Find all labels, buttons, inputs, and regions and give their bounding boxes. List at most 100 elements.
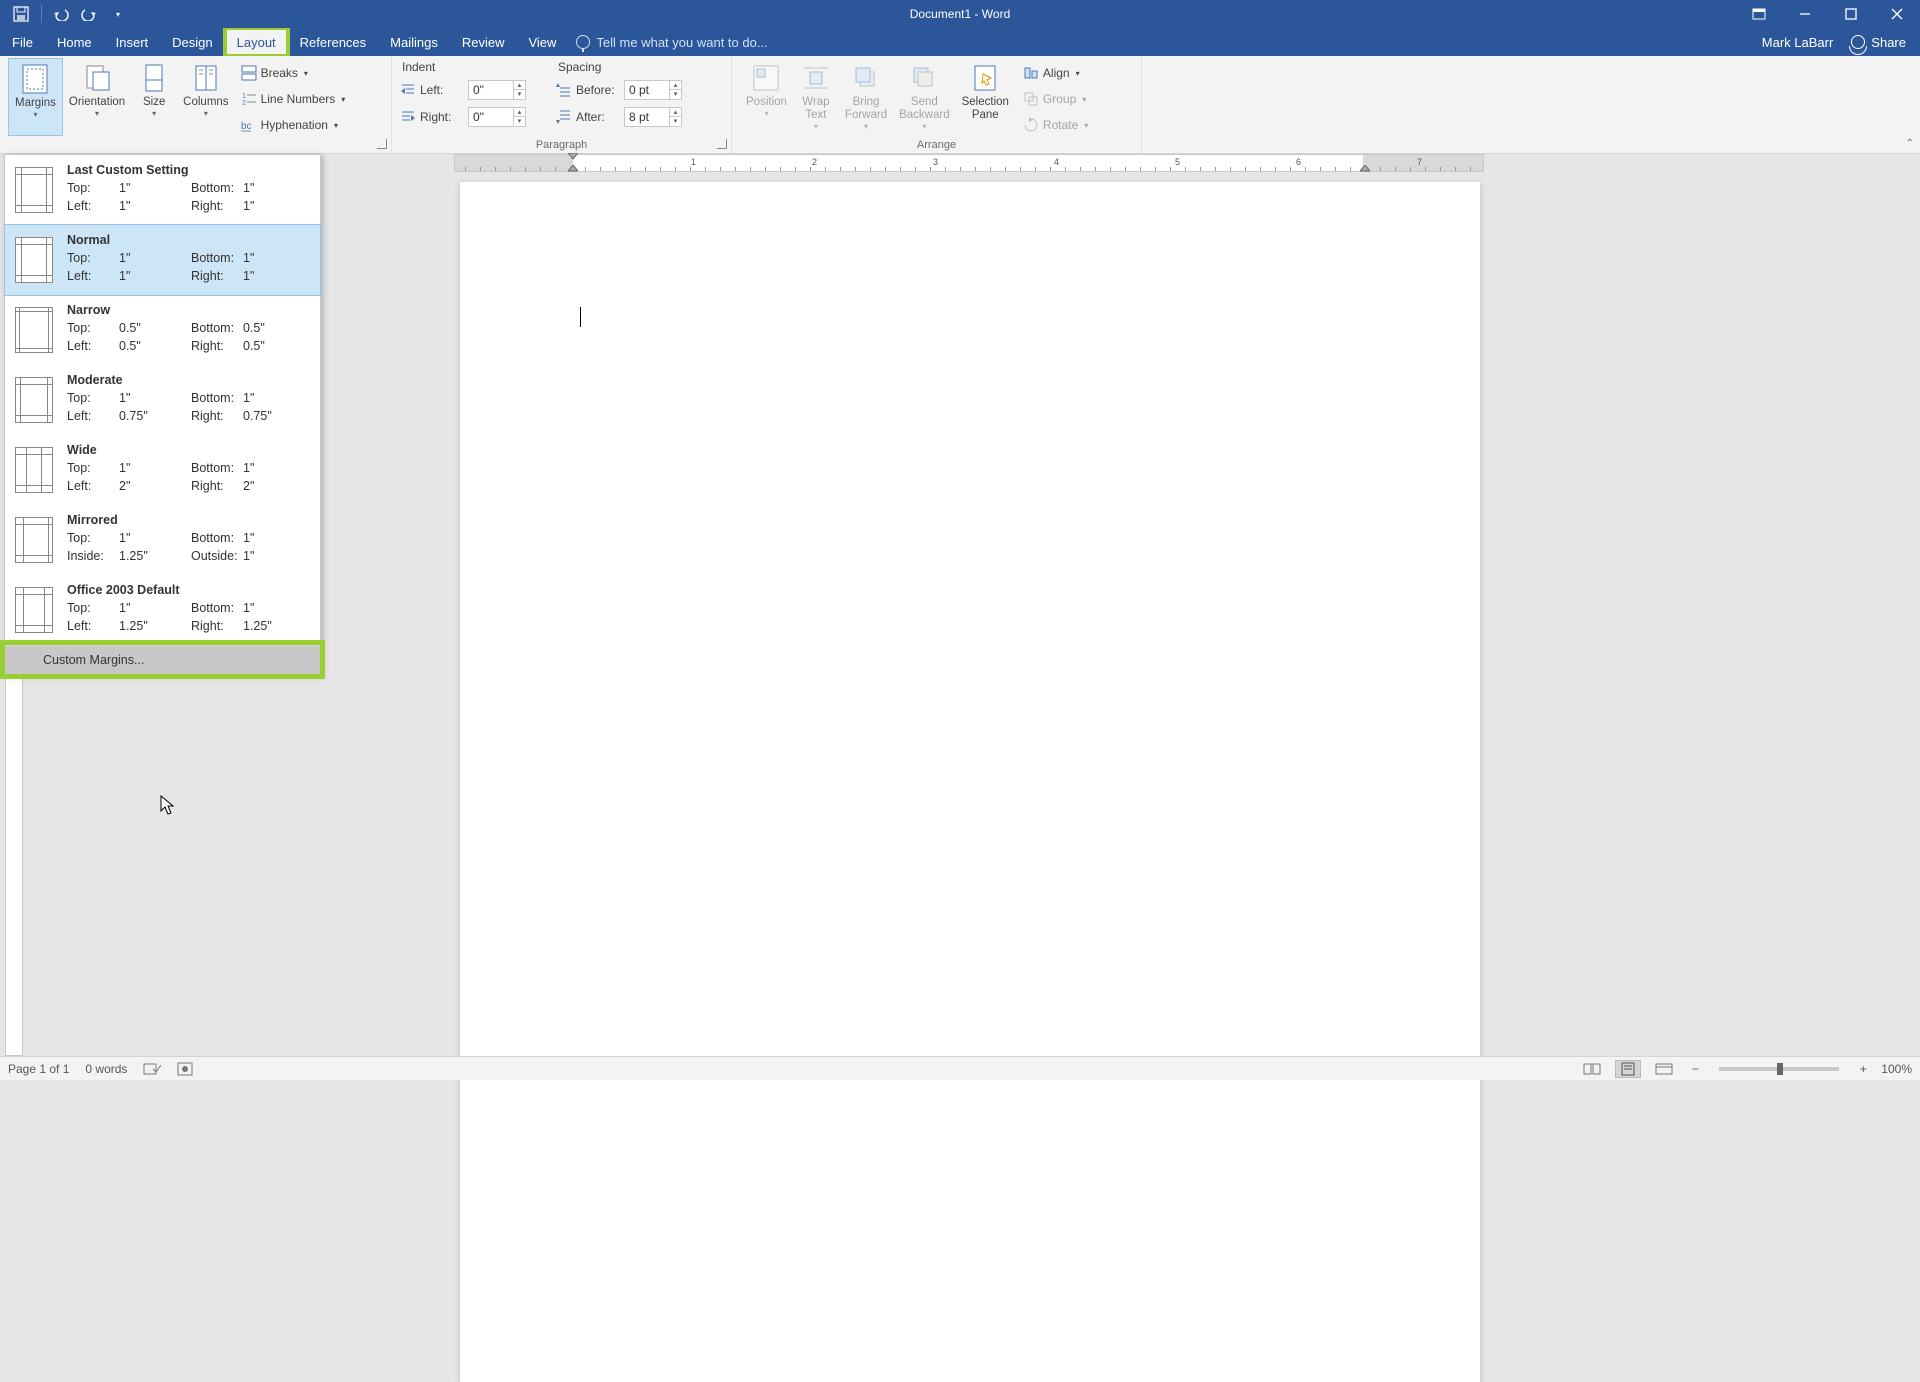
columns-icon bbox=[190, 62, 222, 94]
margins-thumb-icon bbox=[15, 447, 53, 493]
share-button[interactable]: Share bbox=[1851, 35, 1906, 50]
send-backward-button: Send Backward▾ bbox=[893, 58, 956, 136]
spacing-header: Spacing bbox=[556, 60, 682, 74]
user-name[interactable]: Mark LaBarr bbox=[1762, 35, 1834, 50]
hyphenation-button[interactable]: bcHyphenation▾ bbox=[239, 114, 348, 136]
orientation-button[interactable]: Orientation ▾ bbox=[63, 58, 131, 136]
breaks-button[interactable]: Breaks▾ bbox=[239, 62, 348, 84]
lightbulb-icon bbox=[576, 35, 590, 49]
quick-access-toolbar: ▾ bbox=[0, 3, 129, 25]
rotate-icon bbox=[1023, 117, 1039, 133]
read-mode-icon[interactable] bbox=[1579, 1060, 1605, 1078]
size-icon bbox=[138, 62, 170, 94]
tell-me-search[interactable]: Tell me what you want to do... bbox=[576, 28, 767, 56]
indent-right-icon bbox=[400, 109, 416, 125]
selection-pane-icon bbox=[969, 62, 1001, 94]
zoom-in-button[interactable]: + bbox=[1855, 1062, 1871, 1076]
spacing-after-icon bbox=[556, 109, 572, 125]
collapse-ribbon-icon[interactable]: ⌃ bbox=[1906, 138, 1914, 149]
close-icon[interactable] bbox=[1874, 0, 1920, 28]
margins-dropdown: Last Custom Setting Top:1"Bottom:1" Left… bbox=[4, 154, 321, 675]
document-page[interactable] bbox=[460, 182, 1480, 1382]
align-icon bbox=[1023, 65, 1039, 81]
tab-design[interactable]: Design bbox=[160, 28, 224, 56]
spacing-before-field[interactable]: Before:▴▾ bbox=[556, 78, 682, 101]
redo-icon[interactable] bbox=[79, 3, 101, 25]
zoom-slider[interactable] bbox=[1719, 1067, 1839, 1071]
wrap-text-icon bbox=[800, 62, 832, 94]
page-setup-launcher[interactable] bbox=[377, 139, 387, 149]
paragraph-launcher[interactable] bbox=[717, 139, 727, 149]
tab-review[interactable]: Review bbox=[450, 28, 517, 56]
custom-margins-label: Custom Margins... bbox=[43, 653, 144, 667]
margins-option-moderate[interactable]: Moderate Top:1"Bottom:1" Left:0.75"Right… bbox=[5, 365, 320, 435]
ribbon-tabs: File Home Insert Design Layout Reference… bbox=[0, 28, 1920, 56]
qat-customize-icon[interactable]: ▾ bbox=[107, 3, 129, 25]
margins-thumb-icon bbox=[15, 237, 53, 283]
orientation-icon bbox=[81, 62, 113, 94]
margins-button[interactable]: Margins ▾ bbox=[8, 58, 63, 136]
group-arrange: Position▾ Wrap Text▾ Bring Forward▾ Send… bbox=[732, 56, 1142, 153]
indent-header: Indent bbox=[400, 60, 526, 74]
indent-left-icon bbox=[400, 82, 416, 98]
share-icon bbox=[1851, 35, 1865, 49]
selection-pane-button[interactable]: Selection Pane bbox=[956, 58, 1015, 136]
group-icon bbox=[1023, 91, 1039, 107]
print-layout-icon[interactable] bbox=[1615, 1060, 1641, 1078]
svg-text:1: 1 bbox=[242, 93, 246, 100]
tell-me-placeholder: Tell me what you want to do... bbox=[596, 35, 767, 50]
margins-option-mirrored[interactable]: Mirrored Top:1"Bottom:1" Inside:1.25"Out… bbox=[5, 505, 320, 575]
margins-icon bbox=[19, 63, 51, 95]
tab-view[interactable]: View bbox=[516, 28, 568, 56]
undo-icon[interactable] bbox=[51, 3, 73, 25]
margins-option-last-custom-setting[interactable]: Last Custom Setting Top:1"Bottom:1" Left… bbox=[5, 155, 320, 225]
line-numbers-button[interactable]: 12Line Numbers▾ bbox=[239, 88, 348, 110]
macro-icon[interactable] bbox=[177, 1062, 193, 1076]
chevron-down-icon: ▾ bbox=[33, 110, 37, 119]
share-label: Share bbox=[1871, 35, 1906, 50]
maximize-icon[interactable] bbox=[1828, 0, 1874, 28]
custom-margins-wrap: Custom Margins... bbox=[5, 645, 320, 674]
size-button[interactable]: Size ▾ bbox=[131, 58, 177, 136]
indent-left-field[interactable]: Left:▴▾ bbox=[400, 78, 526, 101]
spellcheck-icon[interactable] bbox=[143, 1062, 161, 1076]
ribbon-options-icon[interactable] bbox=[1736, 0, 1782, 28]
status-page[interactable]: Page 1 of 1 bbox=[8, 1062, 69, 1076]
tab-insert[interactable]: Insert bbox=[104, 28, 161, 56]
tab-file[interactable]: File bbox=[0, 28, 45, 56]
margins-option-narrow[interactable]: Narrow Top:0.5"Bottom:0.5" Left:0.5"Righ… bbox=[5, 295, 320, 365]
zoom-level[interactable]: 100% bbox=[1881, 1062, 1912, 1076]
minimize-icon[interactable] bbox=[1782, 0, 1828, 28]
spacing-after-field[interactable]: After:▴▾ bbox=[556, 105, 682, 128]
group-paragraph: Indent Left:▴▾ Right:▴▾ Spacing Before:▴… bbox=[392, 56, 732, 153]
web-layout-icon[interactable] bbox=[1651, 1060, 1677, 1078]
position-button: Position▾ bbox=[740, 58, 793, 136]
status-words[interactable]: 0 words bbox=[85, 1062, 127, 1076]
bring-forward-icon bbox=[850, 62, 882, 94]
status-bar: Page 1 of 1 0 words − + 100% bbox=[0, 1056, 1920, 1080]
custom-margins-item[interactable]: Custom Margins... bbox=[5, 646, 320, 674]
margins-thumb-icon bbox=[15, 517, 53, 563]
spacing-before-icon bbox=[556, 82, 572, 98]
margins-thumb-icon bbox=[15, 377, 53, 423]
horizontal-ruler[interactable]: 1234567 bbox=[454, 154, 1484, 172]
save-icon[interactable] bbox=[10, 3, 32, 25]
margins-option-wide[interactable]: Wide Top:1"Bottom:1" Left:2"Right:2" bbox=[5, 435, 320, 505]
hyphenation-icon: bc bbox=[241, 117, 257, 133]
tab-layout[interactable]: Layout bbox=[225, 28, 288, 56]
margins-option-office-2003-default[interactable]: Office 2003 Default Top:1"Bottom:1" Left… bbox=[5, 575, 320, 645]
text-cursor bbox=[580, 307, 581, 327]
tab-home[interactable]: Home bbox=[45, 28, 104, 56]
margins-thumb-icon bbox=[15, 307, 53, 353]
zoom-out-button[interactable]: − bbox=[1687, 1062, 1703, 1076]
rotate-button: Rotate▾ bbox=[1021, 114, 1090, 136]
columns-button[interactable]: Columns ▾ bbox=[177, 58, 234, 136]
tab-mailings[interactable]: Mailings bbox=[378, 28, 450, 56]
line-numbers-icon: 12 bbox=[241, 91, 257, 107]
margins-option-normal[interactable]: Normal Top:1"Bottom:1" Left:1"Right:1" bbox=[4, 224, 321, 296]
align-button[interactable]: Align▾ bbox=[1021, 62, 1090, 84]
tab-references[interactable]: References bbox=[288, 28, 378, 56]
breaks-icon bbox=[241, 65, 257, 81]
title-bar: ▾ Document1 - Word bbox=[0, 0, 1920, 28]
indent-right-field[interactable]: Right:▴▾ bbox=[400, 105, 526, 128]
